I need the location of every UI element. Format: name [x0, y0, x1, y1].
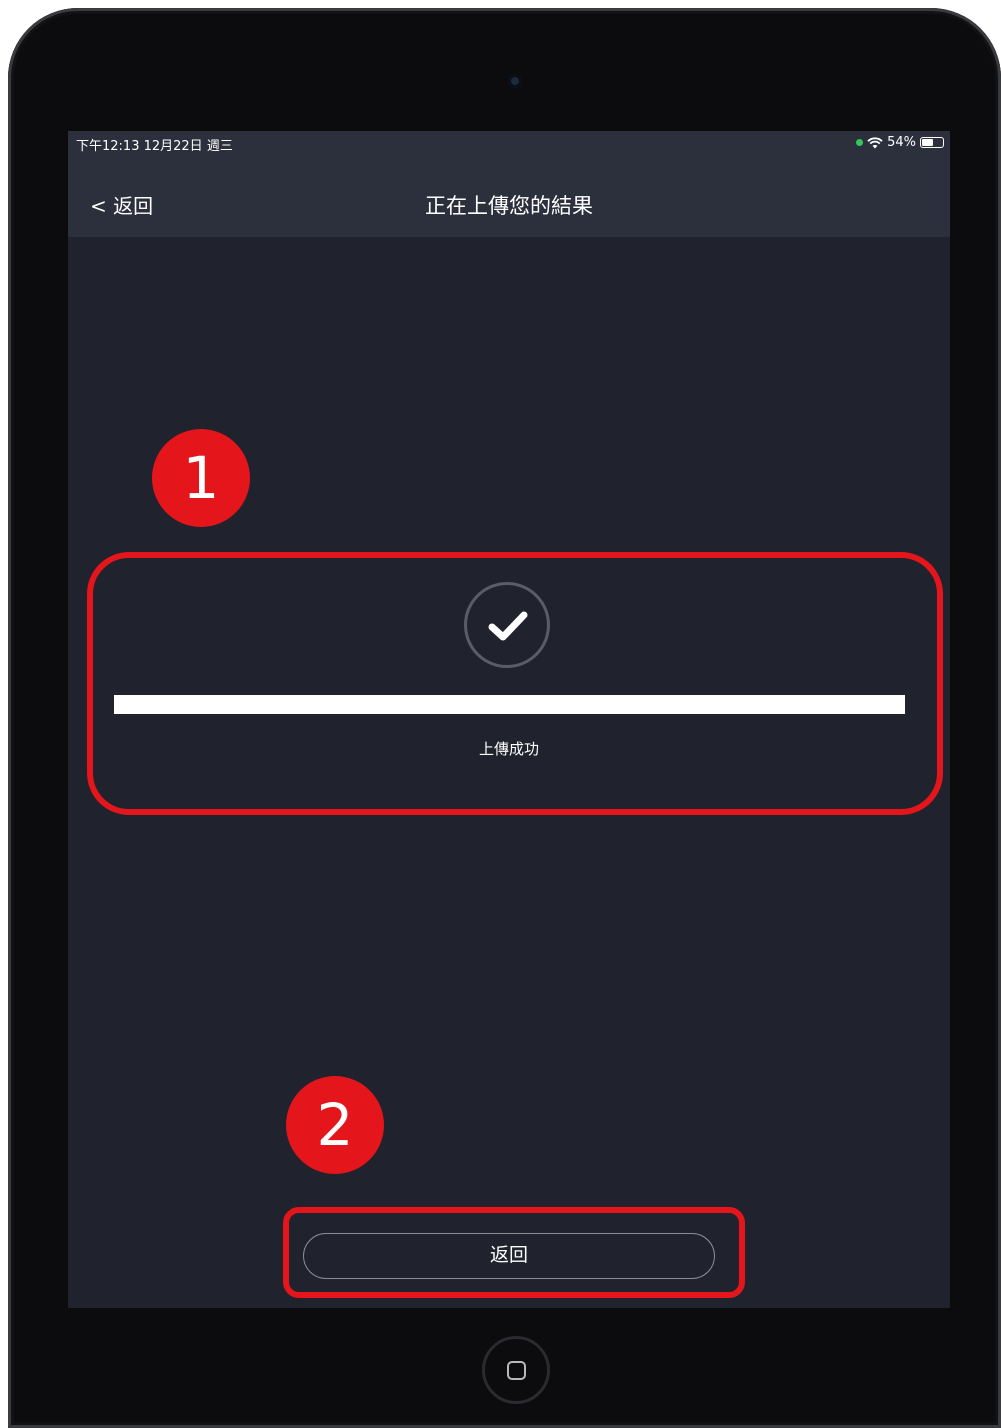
battery-percent: 54%	[887, 135, 916, 150]
wifi-icon	[867, 136, 883, 148]
annotation-highlight-upload	[87, 552, 943, 815]
annotation-highlight-return	[283, 1207, 745, 1298]
status-bar: 下午12:13 12月22日 週三 54%	[68, 131, 950, 156]
annotation-marker-2: 2	[286, 1076, 384, 1174]
status-time-date: 下午12:13 12月22日 週三	[76, 139, 233, 154]
status-indicators: 54%	[856, 135, 944, 150]
battery-icon	[920, 137, 944, 148]
nav-bar: < 返回 正在上傳您的結果	[68, 156, 950, 237]
home-icon	[507, 1361, 526, 1380]
page-title: 正在上傳您的結果	[425, 194, 593, 218]
home-button[interactable]	[482, 1336, 550, 1404]
active-indicator-icon	[856, 139, 864, 146]
camera-icon	[508, 74, 522, 88]
annotation-marker-1: 1	[152, 429, 250, 527]
